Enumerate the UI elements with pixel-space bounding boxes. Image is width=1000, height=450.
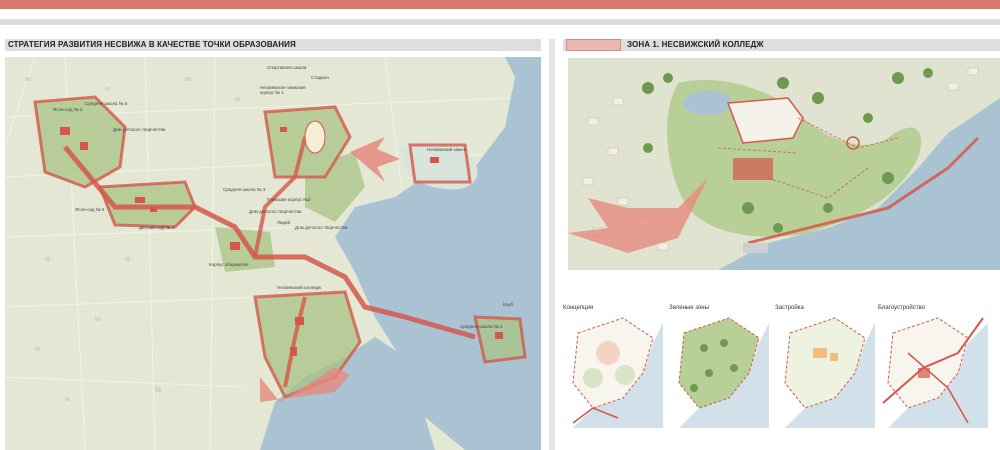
left-section-title: СТРАТЕГИЯ РАЗВИТИЯ НЕСВИЖА В КАЧЕСТВЕ ТО… (8, 40, 296, 49)
label-gymnasium-2: Гимназия корпус №2 (267, 197, 311, 202)
label-lyceum: Лицей (277, 220, 291, 225)
label-creativity-house-2: Дом детского творчества (249, 209, 302, 214)
zone-color-swatch (566, 39, 621, 51)
label-college: Несвижский колледж (277, 285, 322, 290)
college-zone-render[interactable] (568, 58, 1000, 270)
label-dormitory: Корпус общежития (209, 262, 249, 267)
diagram-green[interactable] (669, 313, 769, 428)
render-pier (743, 243, 768, 253)
section-divider (549, 39, 555, 450)
sports-field (733, 158, 773, 180)
label-kindergarten-4: Детский сад № 4 (139, 225, 175, 230)
city-map-svg (5, 57, 541, 450)
render-pond (683, 91, 733, 115)
college-render-svg (568, 67, 1000, 270)
right-section-title: ЗОНА 1. НЕСВИЖСКИЙ КОЛЛЕДЖ (627, 40, 764, 49)
diagram-title-green: Зеленые зоны (669, 305, 709, 311)
diagram-title-concept: Концепция (563, 305, 594, 311)
city-strategy-map[interactable]: Спортивная школа Стадион Несвижская гимн… (5, 57, 541, 450)
label-castle: Несвижский замок (427, 147, 466, 152)
label-gymnasium-1: Несвижская гимназия корпус № 1 (260, 85, 306, 95)
left-section-header: СТРАТЕГИЯ РАЗВИТИЯ НЕСВИЖА В КАЧЕСТВЕ ТО… (5, 39, 541, 51)
diagram-concept[interactable] (563, 313, 663, 428)
diagram-landscaping[interactable] (878, 313, 988, 428)
label-sport-school: Спортивная школа (267, 65, 307, 70)
diagram-title-landscaping: Благоустройство (878, 305, 925, 311)
label-school-5: Средняя школа № 5 (85, 101, 128, 106)
label-kindergarten-2: Ясли-сад № 2 (53, 107, 83, 112)
right-section-header: ЗОНА 1. НЕСВИЖСКИЙ КОЛЛЕДЖ (563, 39, 1000, 51)
label-kindergarten-5: Ясли-сад № 5 (75, 207, 105, 212)
label-creativity-house: Дом детского творчества (113, 127, 166, 132)
top-grey-bar (0, 19, 1000, 25)
top-accent-bar (0, 0, 1000, 9)
label-school-3: Средняя школа № 3 (223, 187, 266, 192)
label-school-4: Средняя школа № 4 (460, 324, 503, 329)
label-stadium: Стадион (311, 75, 329, 80)
label-house-of-culture: Дом детского творчества (295, 225, 348, 230)
diagram-buildings[interactable] (775, 313, 875, 428)
stadium-shape (304, 120, 326, 154)
diagram-title-buildings: Застройка (775, 305, 804, 311)
label-club: Клуб (503, 302, 514, 307)
